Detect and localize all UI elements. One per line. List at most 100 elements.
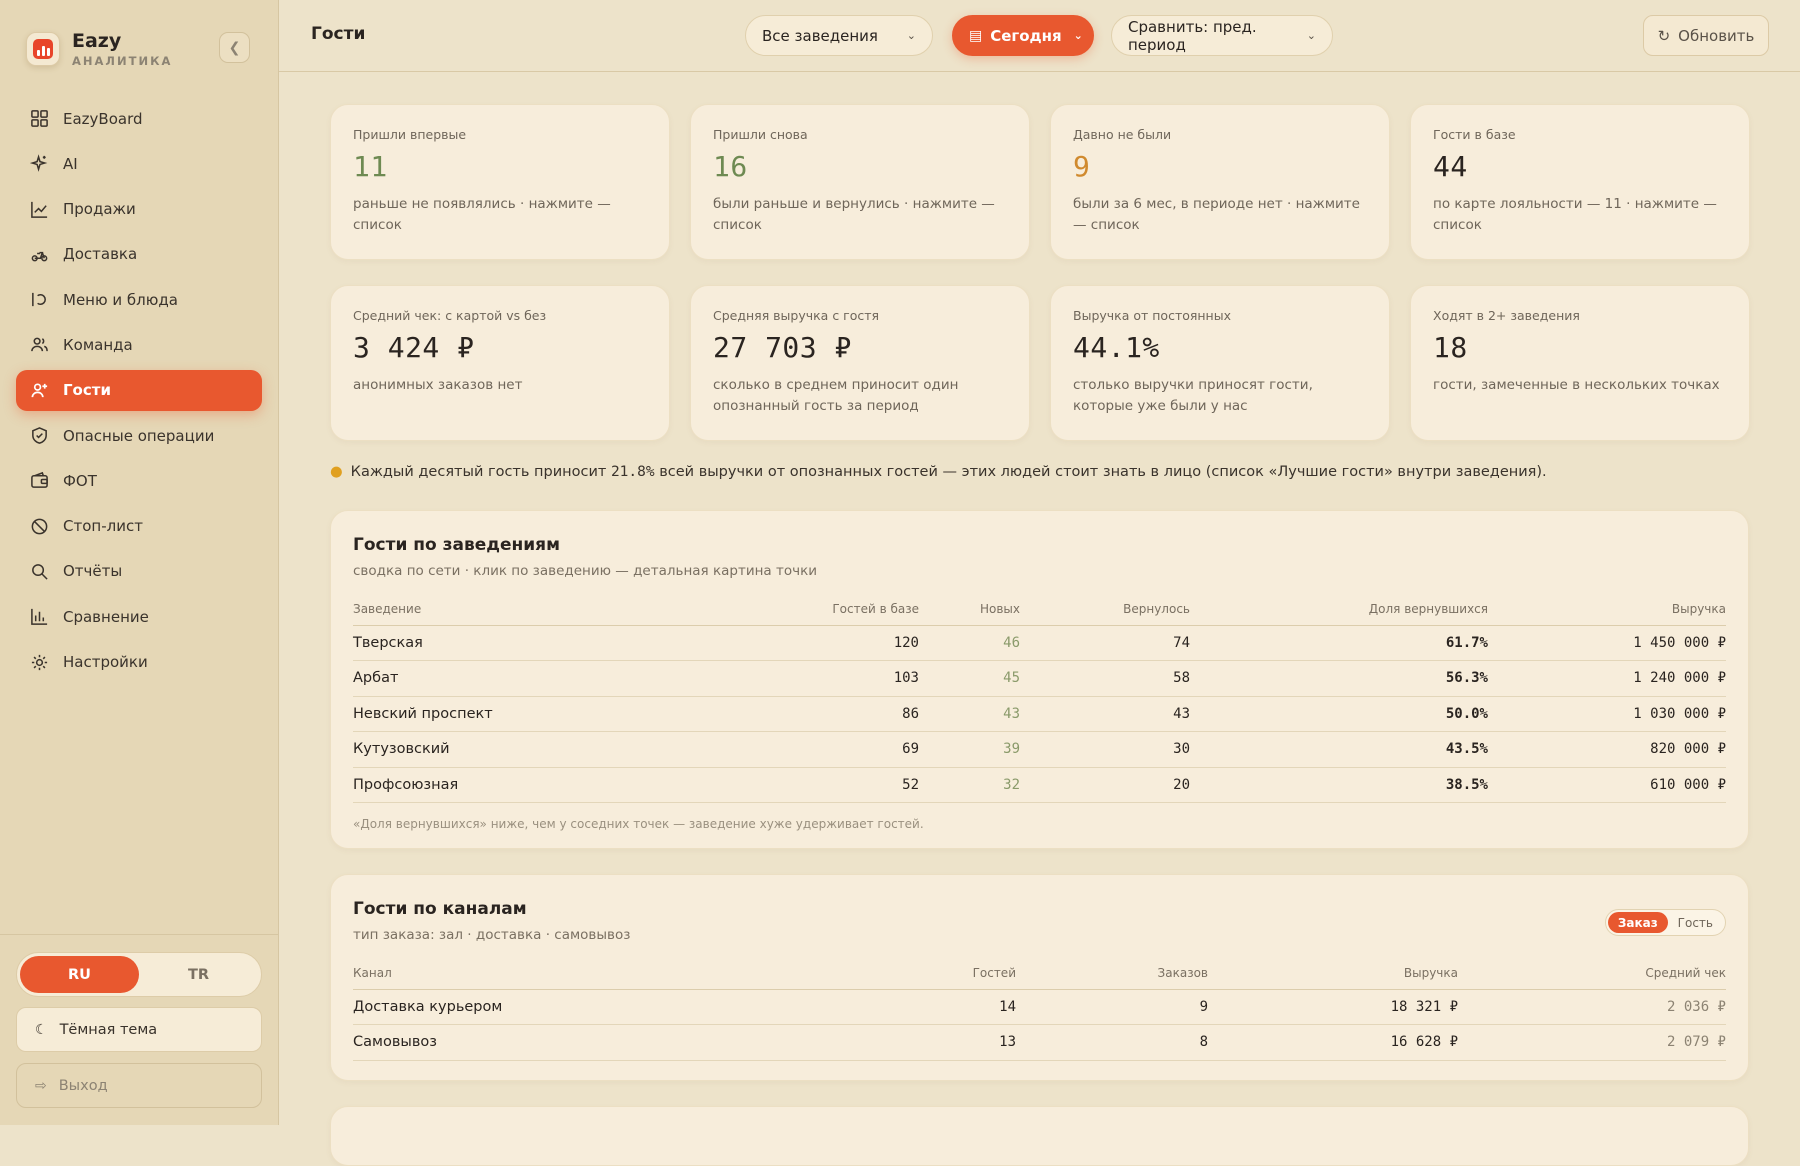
kpi-description: были раньше и вернулись · нажмите — спис… (713, 196, 995, 233)
date-select-value: Сегодня (990, 26, 1062, 45)
brand-subtitle: АНАЛИТИКА (72, 53, 173, 68)
table-row[interactable]: Арбат 103 45 58 56.3% 1 240 000 ₽ (353, 660, 1726, 697)
cell-new: 39 (919, 731, 1020, 768)
cell-return-share: 38.5% (1190, 767, 1488, 803)
kpi-value: 9 (1073, 150, 1091, 183)
sidebar-item-label: Меню и блюда (63, 290, 178, 309)
sidebar-item-label: ФОТ (63, 471, 97, 490)
column-header[interactable]: Средний чек (1458, 957, 1726, 990)
column-header[interactable]: Выручка (1208, 957, 1458, 990)
table-row[interactable]: Самовывоз 13 8 16 628 ₽ 2 079 ₽ (353, 1024, 1726, 1061)
kpi-card-returned[interactable]: Пришли снова 16 были раньше и вернулись … (690, 104, 1030, 260)
sidebar-item-label: Стоп-лист (63, 517, 143, 536)
section-title: Гости по заведениям (353, 535, 560, 555)
logout-button[interactable]: ⇨ Выход (16, 1063, 262, 1108)
sidebar-item-settings[interactable]: Настройки (16, 642, 262, 683)
sidebar-item-label: Сравнение (63, 607, 149, 626)
collapse-sidebar-button[interactable]: ❮ (219, 32, 250, 63)
cell-revenue: 1 240 000 ₽ (1488, 660, 1726, 697)
wallet-icon (31, 472, 48, 489)
sidebar-item-label: AI (63, 154, 78, 173)
sidebar-item-menu[interactable]: Меню и блюда (16, 279, 262, 320)
table-row[interactable]: Доставка курьером 14 9 18 321 ₽ 2 036 ₽ (353, 989, 1726, 1025)
lang-tr-button[interactable]: TR (139, 956, 258, 993)
lang-ru-button[interactable]: RU (20, 956, 139, 993)
kpi-description: столько выручки приносят гости, которые … (1073, 377, 1313, 414)
kpi-label: Средний чек: с картой vs без (353, 308, 547, 323)
venue-select-value: Все заведения (762, 26, 878, 45)
sidebar-item-payroll[interactable]: ФОТ (16, 460, 262, 501)
cell-returned: 43 (1020, 696, 1190, 732)
sidebar-item-label: Доставка (63, 245, 138, 264)
kpi-value: 3 424 ₽ (353, 331, 475, 364)
top-header: Гости Все заведения ⌄ ▤ Сегодня ⌄ Сравни… (279, 0, 1800, 72)
column-header[interactable]: Канал (353, 957, 693, 990)
refresh-label: Обновить (1678, 26, 1755, 45)
brand[interactable]: Eazy АНАЛИТИКА (26, 29, 172, 69)
sidebar-item-stop-list[interactable]: Стоп-лист (16, 506, 262, 547)
table-row[interactable]: Невский проспект 86 43 43 50.0% 1 030 00… (353, 696, 1726, 732)
page-title: Гости (311, 24, 366, 44)
kpi-description: по карте лояльности — 11 · нажмите — спи… (1433, 196, 1717, 233)
sidebar-item-team[interactable]: Команда (16, 324, 262, 365)
kpi-value: 16 (713, 150, 748, 183)
kpi-card-first-visit[interactable]: Пришли впервые 11 раньше не появлялись ·… (330, 104, 670, 260)
cell-returned: 30 (1020, 731, 1190, 768)
toggle-guest[interactable]: Гость (1668, 912, 1723, 933)
sidebar-item-reports[interactable]: Отчёты (16, 551, 262, 592)
channels-section: Гости по каналам тип заказа: зал · доста… (330, 874, 1749, 1081)
venue-select[interactable]: Все заведения ⌄ (745, 15, 933, 56)
table-row[interactable]: Тверская 120 46 74 61.7% 1 450 000 ₽ (353, 625, 1726, 661)
calendar-icon: ▤ (969, 27, 983, 44)
sidebar-item-eazyboard[interactable]: EazyBoard (16, 98, 262, 139)
table-row[interactable]: Кутузовский 69 39 30 43.5% 820 000 ₽ (353, 731, 1726, 768)
column-header[interactable]: Заведение (353, 593, 753, 626)
team-icon (31, 338, 48, 352)
column-header[interactable]: Заказов (1016, 957, 1208, 990)
sidebar-item-guests[interactable]: Гости (16, 369, 262, 411)
date-select[interactable]: ▤ Сегодня ⌄ (952, 15, 1094, 56)
column-header[interactable]: Доля вернувшихся (1190, 593, 1488, 626)
venue-name: Кутузовский (353, 731, 753, 768)
column-header[interactable]: Выручка (1488, 593, 1726, 626)
dark-theme-button[interactable]: ☾ Тёмная тема (16, 1007, 262, 1052)
search-icon (32, 564, 48, 580)
refresh-icon: ↻ (1657, 26, 1671, 45)
logo-icon (26, 32, 60, 66)
kpi-card-lapsed[interactable]: Давно не были 9 были за 6 мес, в периоде… (1050, 104, 1390, 260)
table-footnote: «Доля вернувшихся» ниже, чем у соседних … (353, 817, 924, 831)
language-switch: RU TR (16, 952, 262, 997)
table-header-row: Канал Гостей Заказов Выручка Средний чек (353, 957, 1726, 990)
column-header[interactable]: Новых (919, 593, 1020, 626)
toggle-order[interactable]: Заказ (1607, 912, 1668, 933)
sidebar-item-label: Отчёты (63, 562, 123, 581)
column-header[interactable]: Гостей в базе (753, 593, 919, 626)
sidebar-item-comparison[interactable]: Сравнение (16, 596, 262, 637)
sidebar-item-ai[interactable]: AI (16, 143, 262, 184)
venue-name: Арбат (353, 660, 753, 697)
cell-revenue: 820 000 ₽ (1488, 731, 1726, 768)
table-row[interactable]: Профсоюзная 52 32 20 38.5% 610 000 ₽ (353, 767, 1726, 803)
column-header[interactable]: Вернулось (1020, 593, 1190, 626)
cell-new: 45 (919, 660, 1020, 697)
lightbulb-icon: ● (330, 464, 343, 480)
cell-orders: 9 (1016, 989, 1208, 1025)
sidebar-item-risky-operations[interactable]: Опасные операции (16, 415, 262, 456)
chevron-down-icon: ⌄ (1306, 29, 1316, 42)
refresh-button[interactable]: ↻ Обновить (1643, 15, 1769, 56)
sidebar-item-delivery[interactable]: Доставка (16, 234, 262, 275)
kpi-card-guests-in-base[interactable]: Гости в базе 44 по карте лояльности — 11… (1410, 104, 1750, 260)
dark-theme-label: Тёмная тема (59, 1021, 158, 1038)
cell-guests: 86 (753, 696, 919, 732)
column-header[interactable]: Гостей (693, 957, 1016, 990)
kpi-card-avg-check: Средний чек: с картой vs без 3 424 ₽ ано… (330, 285, 670, 441)
cell-avg-check: 2 036 ₽ (1458, 989, 1726, 1025)
compare-select[interactable]: Сравнить: пред. период ⌄ (1111, 15, 1333, 56)
kpi-value: 44.1% (1073, 331, 1160, 364)
sidebar-item-sales[interactable]: Продажи (16, 189, 262, 230)
venue-name: Тверская (353, 625, 753, 661)
cell-new: 46 (919, 625, 1020, 661)
kpi-label: Ходят в 2+ заведения (1433, 308, 1580, 323)
cell-new: 32 (919, 767, 1020, 803)
kpi-label: Пришли впервые (353, 127, 467, 142)
